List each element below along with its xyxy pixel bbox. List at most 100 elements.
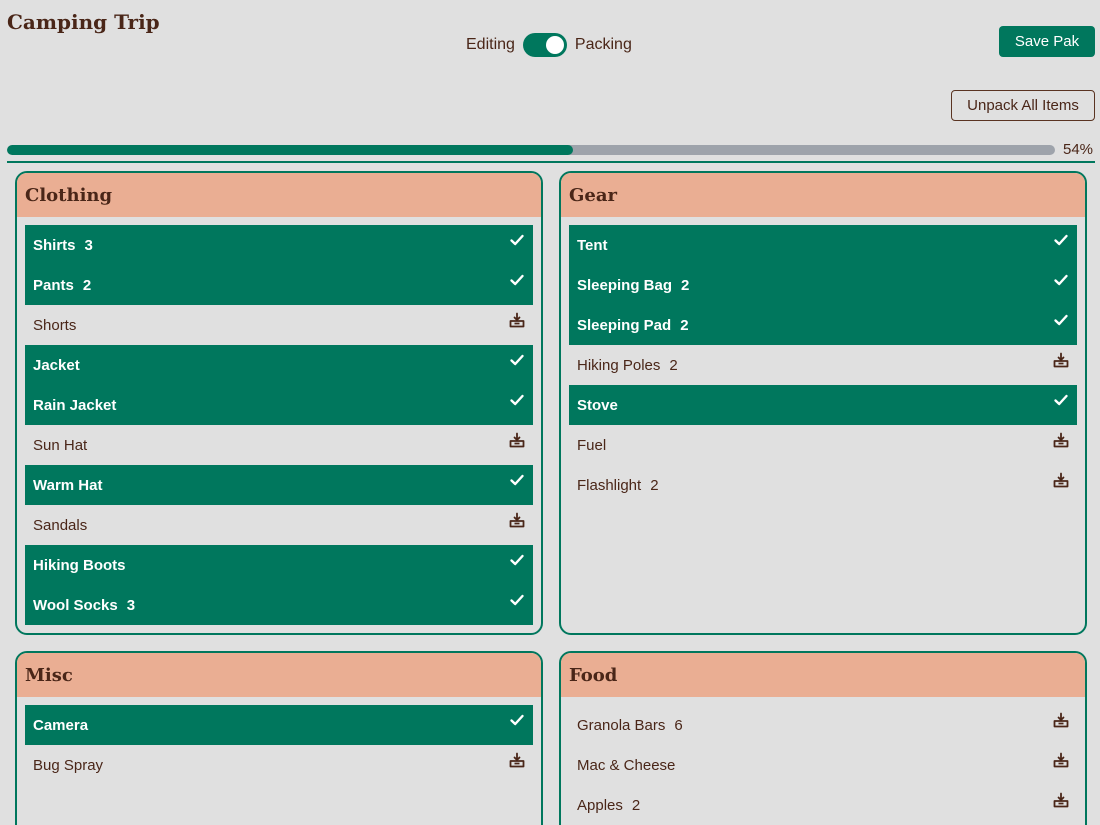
- pack-item[interactable]: Sleeping Pad 2: [569, 305, 1077, 345]
- pack-into-icon[interactable]: [509, 432, 525, 448]
- pack-into-icon[interactable]: [1053, 752, 1069, 768]
- pack-item[interactable]: Apples 2: [569, 785, 1077, 825]
- pack-item[interactable]: Bug Spray: [25, 745, 533, 785]
- category-title: Clothing: [17, 173, 541, 217]
- item-name: Camera: [33, 716, 89, 734]
- pack-into-icon[interactable]: [509, 312, 525, 328]
- item-quantity: 2: [650, 476, 659, 494]
- pack-item[interactable]: Sleeping Bag 2: [569, 265, 1077, 305]
- pack-item[interactable]: Flashlight 2: [569, 465, 1077, 505]
- checkmark-icon[interactable]: [1053, 312, 1069, 328]
- mode-editing-label: Editing: [466, 36, 515, 53]
- item-list: Shirts 3 Pants 2 Shorts Jacket Rain Jacket Sun …: [17, 217, 541, 625]
- item-name: Apples: [577, 796, 623, 814]
- item-quantity: 3: [126, 596, 136, 614]
- item-name: Fuel: [577, 436, 607, 454]
- item-name: Shorts: [33, 316, 77, 334]
- save-pak-button[interactable]: Save Pak: [999, 26, 1095, 57]
- item-name: Sun Hat: [33, 436, 88, 454]
- item-name: Flashlight: [577, 476, 642, 494]
- item-name: Sleeping Bag: [577, 276, 673, 294]
- item-name: Bug Spray: [33, 756, 104, 774]
- checkmark-icon[interactable]: [1053, 232, 1069, 248]
- item-quantity: 2: [82, 276, 92, 294]
- pack-into-icon[interactable]: [1053, 472, 1069, 488]
- pack-into-icon[interactable]: [509, 752, 525, 768]
- category-card-misc: Misc Camera Bug Spray: [15, 651, 543, 825]
- item-name: Shirts: [33, 236, 76, 254]
- pack-into-icon[interactable]: [509, 512, 525, 528]
- pack-into-icon[interactable]: [1053, 352, 1069, 368]
- checkmark-icon[interactable]: [509, 552, 525, 568]
- switch-knob: [545, 36, 564, 54]
- checkmark-icon[interactable]: [509, 472, 525, 488]
- pack-item[interactable]: Rain Jacket: [25, 385, 533, 425]
- item-name: Jacket: [33, 356, 80, 374]
- mode-switch[interactable]: [522, 33, 567, 57]
- pack-page: Camping Trip Editing Packing Save Pak Un…: [0, 0, 1100, 825]
- unpack-all-button[interactable]: Unpack All Items: [951, 90, 1095, 121]
- pack-into-icon[interactable]: [1053, 712, 1069, 728]
- item-name: Hiking Boots: [33, 556, 126, 574]
- item-name: Stove: [577, 396, 618, 414]
- item-list: Camera Bug Spray: [17, 697, 541, 785]
- pack-into-icon[interactable]: [1053, 792, 1069, 808]
- item-list: Tent Sleeping Bag 2 Sleeping Pad 2 Hiking Pol…: [561, 217, 1085, 505]
- mode-packing-label: Packing: [574, 36, 632, 53]
- category-title: Food: [561, 653, 1085, 697]
- checkmark-icon[interactable]: [509, 352, 525, 368]
- item-name: Tent: [577, 236, 608, 254]
- item-name: Pants: [33, 276, 74, 294]
- checkmark-icon[interactable]: [1053, 392, 1069, 408]
- header-divider: [7, 161, 1095, 163]
- progress-fill: [7, 145, 573, 155]
- packing-progress-bar: [7, 145, 1055, 155]
- item-name: Mac & Cheese: [577, 756, 676, 774]
- category-card-gear: Gear Tent Sleeping Bag 2 Sleeping Pad 2 Hikin…: [559, 171, 1087, 635]
- item-quantity: 2: [681, 276, 690, 294]
- pack-item[interactable]: Tent: [569, 225, 1077, 265]
- page-title: Camping Trip: [7, 10, 160, 34]
- item-quantity: 2: [669, 356, 678, 374]
- checkmark-icon[interactable]: [509, 392, 525, 408]
- pack-into-icon[interactable]: [1053, 432, 1069, 448]
- pack-item[interactable]: Granola Bars 6: [569, 705, 1077, 745]
- pack-item[interactable]: Warm Hat: [25, 465, 533, 505]
- pack-item[interactable]: Fuel: [569, 425, 1077, 465]
- category-card-clothing: Clothing Shirts 3 Pants 2 Shorts Jacket Rain J…: [15, 171, 543, 635]
- pack-item[interactable]: Sun Hat: [25, 425, 533, 465]
- checkmark-icon[interactable]: [509, 712, 525, 728]
- pack-item[interactable]: Shorts: [25, 305, 533, 345]
- item-name: Sandals: [33, 516, 88, 534]
- item-name: Hiking Poles: [577, 356, 661, 374]
- pack-item[interactable]: Hiking Boots: [25, 545, 533, 585]
- item-name: Rain Jacket: [33, 396, 117, 414]
- pack-item[interactable]: Wool Socks 3: [25, 585, 533, 625]
- checkmark-icon[interactable]: [509, 272, 525, 288]
- pack-item[interactable]: Hiking Poles 2: [569, 345, 1077, 385]
- item-quantity: 2: [631, 796, 641, 814]
- checkmark-icon[interactable]: [1053, 272, 1069, 288]
- checkmark-icon[interactable]: [509, 592, 525, 608]
- pack-item[interactable]: Mac & Cheese: [569, 745, 1077, 785]
- pack-item[interactable]: Shirts 3: [25, 225, 533, 265]
- pack-item[interactable]: Camera: [25, 705, 533, 745]
- item-name: Wool Socks: [33, 596, 118, 614]
- item-name: Warm Hat: [33, 476, 103, 494]
- pack-item[interactable]: Stove: [569, 385, 1077, 425]
- mode-toggle: Editing Packing: [466, 33, 632, 57]
- item-quantity: 2: [680, 316, 689, 334]
- item-name: Granola Bars: [577, 716, 666, 734]
- category-title: Misc: [17, 653, 541, 697]
- item-name: Sleeping Pad: [577, 316, 672, 334]
- item-list: Granola Bars 6 Mac & Cheese Apples 2: [561, 697, 1085, 825]
- pack-item[interactable]: Pants 2: [25, 265, 533, 305]
- checkmark-icon[interactable]: [509, 232, 525, 248]
- pack-item[interactable]: Jacket: [25, 345, 533, 385]
- pack-item[interactable]: Sandals: [25, 505, 533, 545]
- category-title: Gear: [561, 173, 1085, 217]
- progress-percent: 54%: [1063, 141, 1094, 158]
- category-card-food: Food Granola Bars 6 Mac & Cheese Apples 2: [559, 651, 1087, 825]
- item-quantity: 6: [674, 716, 683, 734]
- item-quantity: 3: [84, 236, 93, 254]
